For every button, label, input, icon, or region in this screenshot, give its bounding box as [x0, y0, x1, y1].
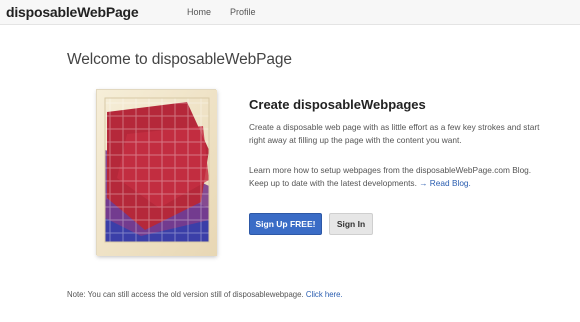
blog-paragraph-text: Learn more how to setup webpages from th…: [249, 165, 532, 188]
intro-section: Create disposableWebpages Create a dispo…: [249, 97, 549, 190]
signin-button[interactable]: Sign In: [329, 213, 373, 235]
nav-home-link[interactable]: Home: [187, 7, 211, 17]
brand-logo-link[interactable]: disposableWebPage: [6, 4, 139, 20]
hero-illustration: [96, 89, 217, 256]
read-blog-link[interactable]: → Read Blog.: [419, 178, 471, 188]
signup-button[interactable]: Sign Up FREE!: [249, 213, 322, 235]
blog-paragraph: Learn more how to setup webpages from th…: [249, 164, 549, 190]
note-text: Note: You can still access the old versi…: [67, 290, 304, 299]
top-navbar: disposableWebPage Home Profile: [0, 0, 580, 25]
section-title: Create disposableWebpages: [249, 97, 426, 112]
click-here-link[interactable]: Click here.: [306, 290, 343, 299]
intro-paragraph: Create a disposable web page with as lit…: [249, 122, 540, 145]
nav-profile-link[interactable]: Profile: [230, 7, 256, 17]
illustration-graphic: [97, 90, 217, 256]
page-title: Welcome to disposableWebPage: [67, 51, 292, 68]
old-version-note: Note: You can still access the old versi…: [67, 290, 343, 299]
